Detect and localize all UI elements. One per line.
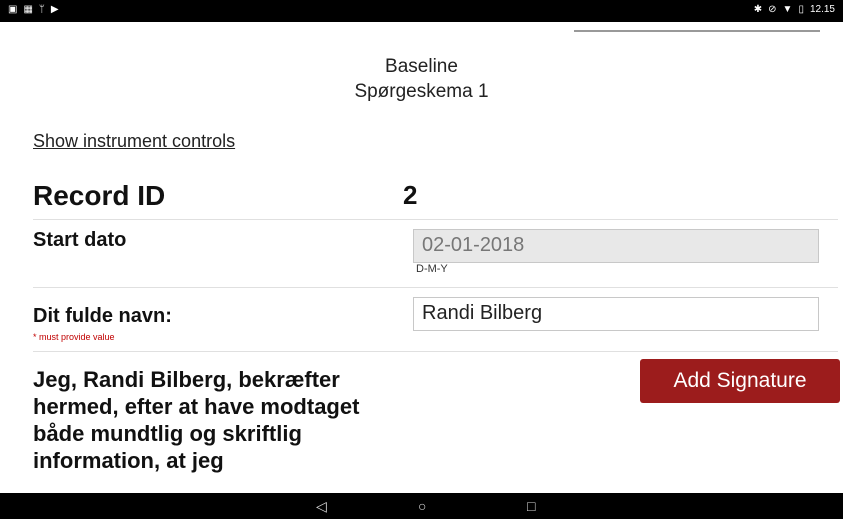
full-name-field[interactable]: Randi Bilberg (413, 297, 819, 331)
instrument-name: Spørgeskema 1 (354, 81, 489, 102)
consent-text: Jeg, Randi Bilberg, bekræfter hermed, ef… (33, 367, 360, 473)
android-nav-bar: ◁ ○ □ (0, 493, 843, 519)
divider (33, 287, 838, 288)
alarm-icon: ⊘ (768, 4, 777, 15)
home-icon[interactable]: ○ (418, 498, 426, 514)
cut-off-banner (0, 22, 843, 40)
start-date-label: Start dato (33, 229, 127, 251)
start-date-field[interactable]: 02-01-2018 (413, 229, 819, 263)
banner-underline (574, 30, 820, 32)
status-left-icons: ▣ ▦ ᛘ ▶ (8, 4, 59, 16)
back-icon[interactable]: ◁ (316, 498, 327, 514)
divider (33, 219, 838, 220)
page-header: Baseline Spørgeskema 1 (0, 54, 843, 104)
date-format-hint: D-M-Y (416, 263, 448, 275)
record-id-label: Record ID (33, 180, 166, 211)
play-store-icon: ▶ (50, 4, 59, 15)
status-bar: ▣ ▦ ᛘ ▶ ✱ ⊘ ▼ ▯ 12.15 (0, 0, 843, 22)
notification-icon: ▣ (8, 4, 18, 15)
recents-icon[interactable]: □ (527, 498, 535, 514)
event-name: Baseline (385, 56, 458, 77)
wifi-icon: ▼ (782, 4, 793, 15)
image-icon: ▦ (23, 4, 33, 15)
status-time: 12.15 (809, 4, 835, 15)
required-note: * must provide value (33, 332, 115, 342)
divider (33, 351, 838, 352)
battery-icon: ▯ (798, 4, 804, 15)
show-instrument-controls-link[interactable]: Show instrument controls (33, 131, 235, 152)
full-name-label: Dit fulde navn: (33, 305, 172, 327)
usb-icon: ᛘ (38, 4, 45, 15)
bluetooth-icon: ✱ (753, 4, 763, 15)
status-right-icons: ✱ ⊘ ▼ ▯ 12.15 (754, 4, 835, 16)
add-signature-button[interactable]: Add Signature (640, 359, 840, 403)
record-id-value: 2 (403, 180, 418, 210)
